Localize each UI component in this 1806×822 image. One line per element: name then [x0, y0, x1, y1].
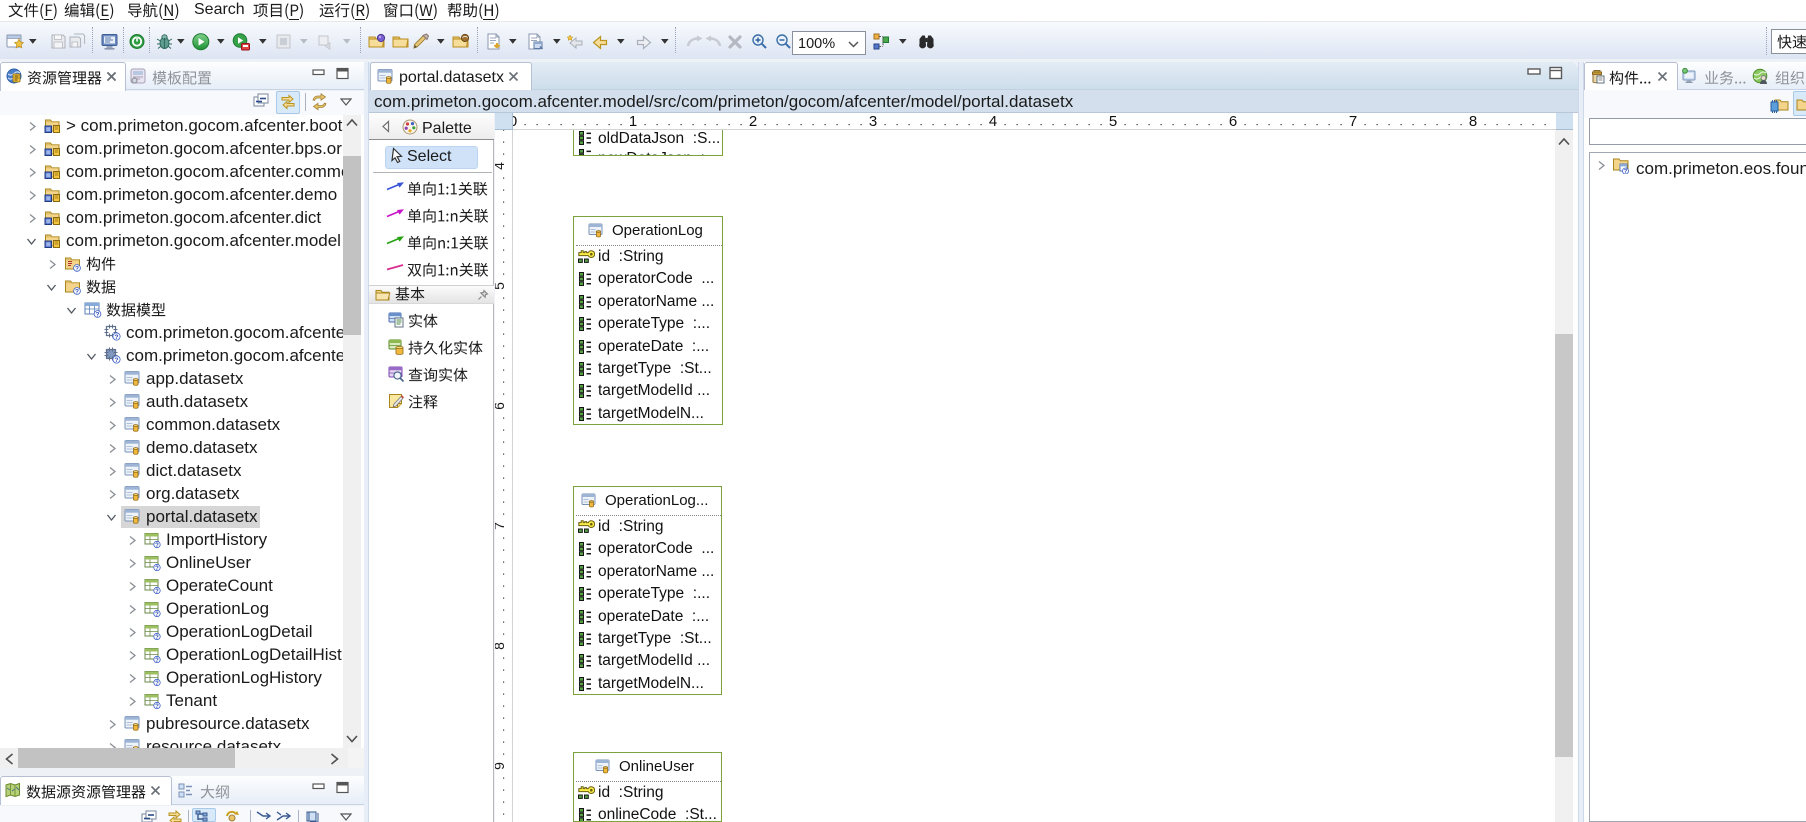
svg-text:?: ?: [1624, 169, 1628, 174]
svg-text:5: 5: [495, 282, 507, 290]
svg-text:1: 1: [629, 113, 637, 130]
svg-text:8: 8: [1469, 113, 1477, 130]
svg-text:3: 3: [869, 113, 877, 130]
svg-text:0: 0: [513, 113, 517, 130]
svg-text:?: ?: [155, 635, 159, 640]
svg-text:?: ?: [96, 311, 100, 318]
svg-text:7: 7: [495, 522, 507, 530]
svg-text:?: ?: [155, 704, 159, 709]
svg-text:?: ?: [75, 265, 79, 272]
svg-text:?: ?: [75, 288, 79, 295]
svg-text:5: 5: [1109, 113, 1117, 130]
svg-text:7: 7: [1349, 113, 1357, 130]
svg-text:?: ?: [155, 681, 159, 686]
svg-text:?: ?: [155, 658, 159, 663]
svg-text:4: 4: [989, 113, 997, 130]
svg-text:?: ?: [155, 543, 159, 548]
svg-text:?: ?: [155, 566, 159, 571]
svg-text:?: ?: [155, 612, 159, 617]
svg-text:?: ?: [155, 589, 159, 594]
svg-text:2: 2: [749, 113, 757, 130]
svg-text:4: 4: [495, 162, 507, 170]
svg-text:6: 6: [1229, 113, 1237, 130]
svg-text:8: 8: [495, 642, 507, 650]
svg-text:?: ?: [115, 334, 119, 341]
svg-text:?: ?: [115, 357, 119, 364]
svg-text:6: 6: [495, 402, 507, 410]
svg-text:9: 9: [495, 762, 507, 770]
